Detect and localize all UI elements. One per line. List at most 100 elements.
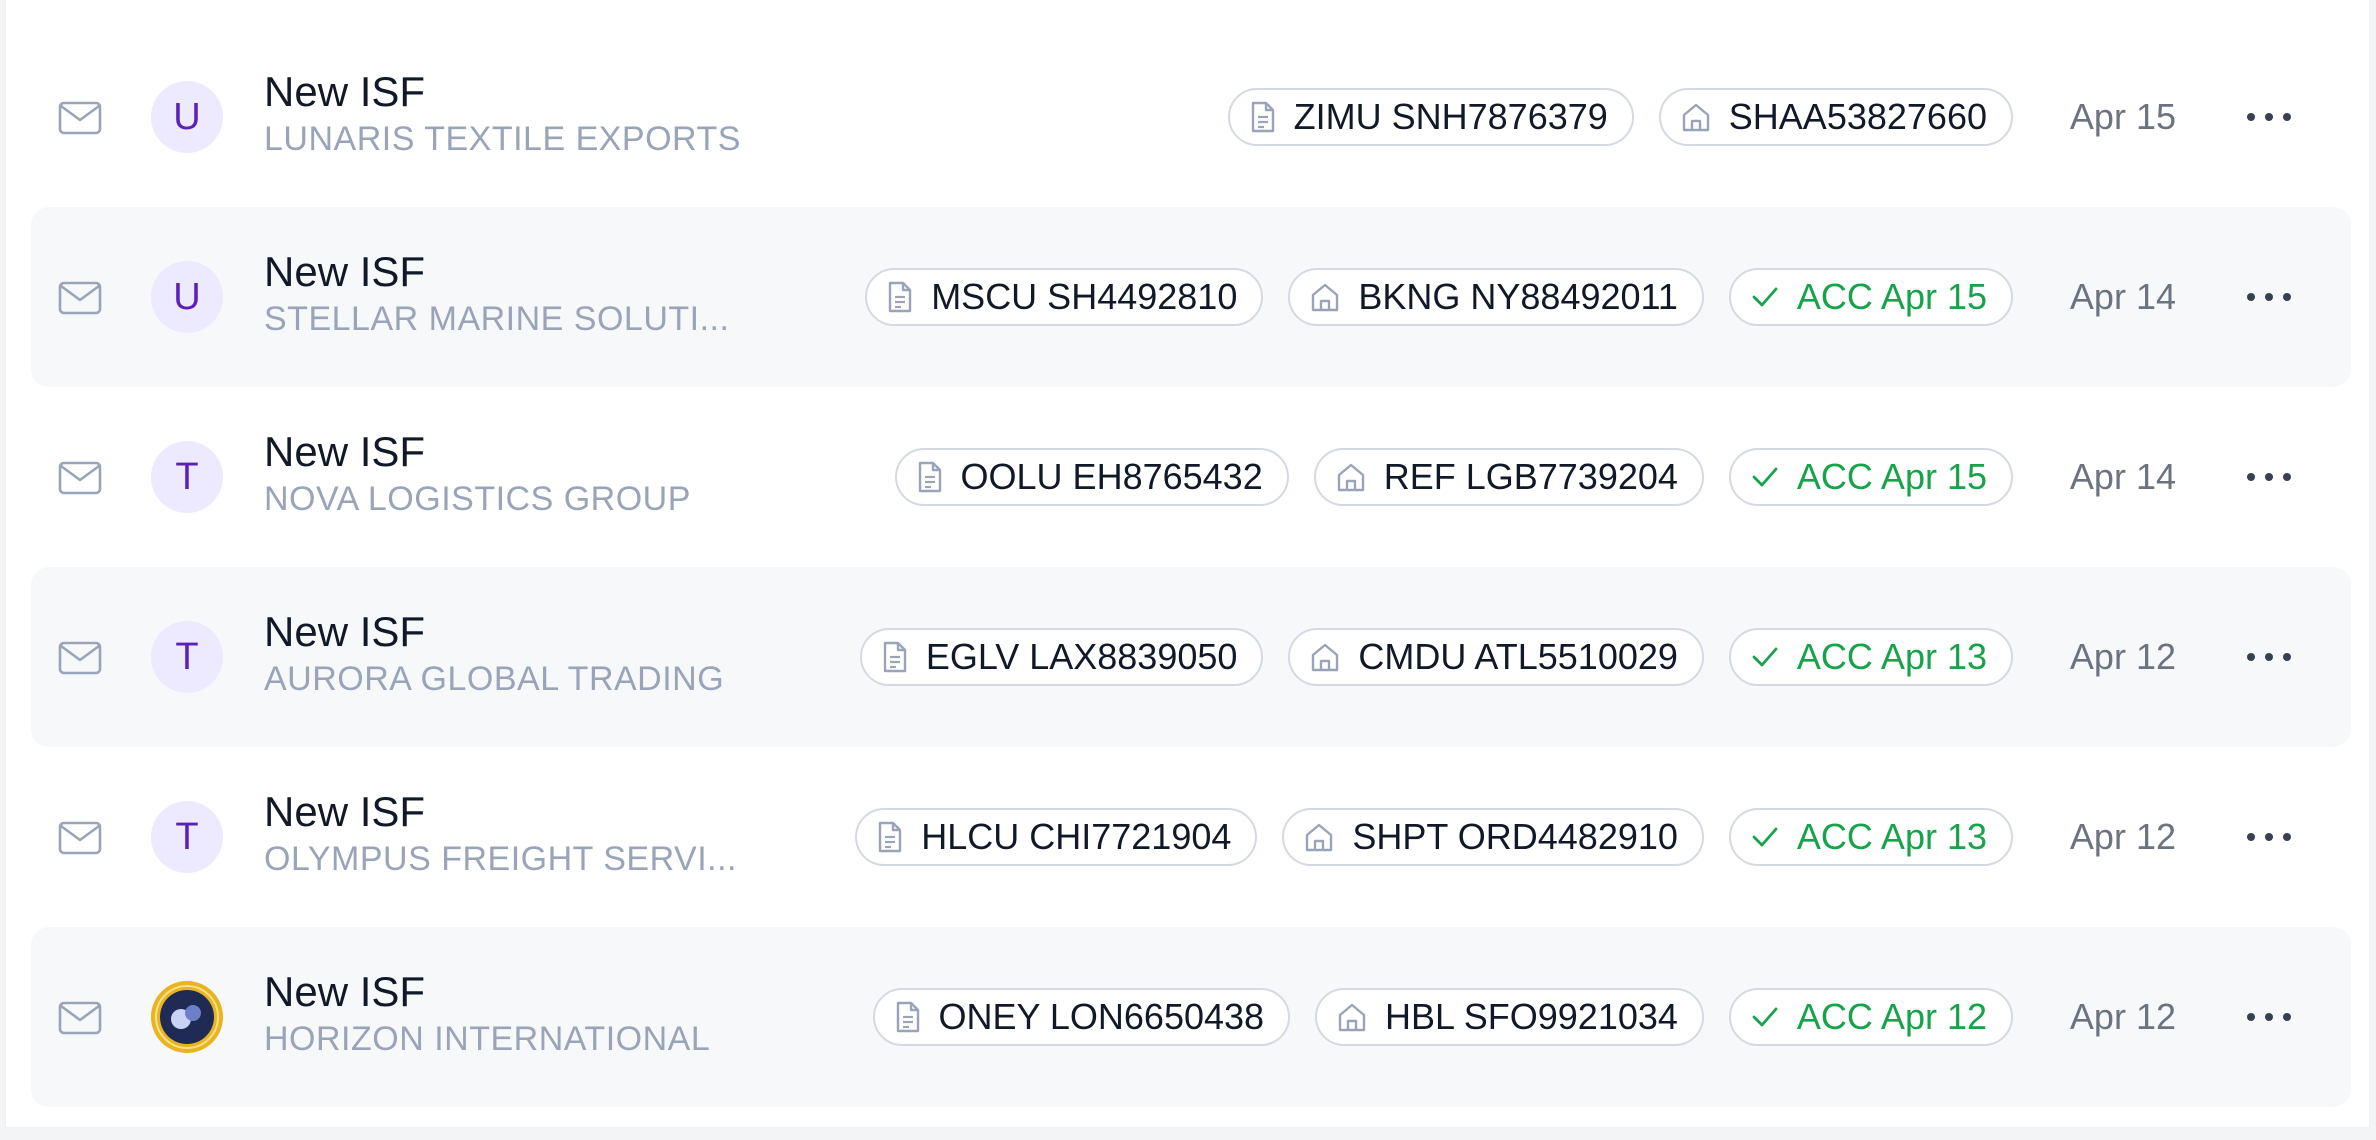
status-badge[interactable]: ACC Apr 13	[1728, 808, 2013, 866]
home-icon	[1306, 823, 1333, 852]
home-icon	[1337, 463, 1364, 492]
status-badge[interactable]: ACC Apr 13	[1728, 628, 2013, 686]
more-horizontal-icon	[2247, 1013, 2255, 1021]
item-tags: MSCU SH4492810 BKNG NY88492011 ACC Apr 1…	[865, 267, 2013, 327]
bill-number-label: ONEY LON6650438	[938, 996, 1265, 1037]
more-horizontal-icon	[2247, 653, 2255, 661]
bill-number-chip[interactable]: MSCU SH4492810	[865, 268, 1264, 326]
item-title: New ISF	[264, 608, 426, 655]
status-badge[interactable]: ACC Apr 15	[1728, 448, 2013, 506]
document-icon	[883, 641, 907, 673]
checkmark-icon	[1752, 467, 1778, 487]
company-logo	[151, 981, 223, 1053]
document-icon	[918, 461, 941, 493]
item-tags: ONEY LON6650438 HBL SFO9921034 ACC Apr 1…	[872, 987, 2013, 1047]
booking-number-label: HBL SFO9921034	[1385, 996, 1678, 1037]
bill-number-label: OOLU EH8765432	[960, 456, 1263, 497]
more-options-button[interactable]	[2247, 1009, 2291, 1025]
item-title: New ISF	[264, 428, 426, 475]
bill-number-chip[interactable]: ONEY LON6650438	[872, 988, 1291, 1046]
booking-number-label: CMDU ATL5510029	[1358, 636, 1678, 677]
avatar: U	[151, 81, 223, 153]
avatar: T	[151, 801, 223, 873]
more-options-button[interactable]	[2247, 829, 2291, 845]
mail-icon	[58, 641, 102, 675]
item-tags: OOLU EH8765432 REF LGB7739204 ACC Apr 15	[894, 447, 2013, 507]
booking-number-chip[interactable]: CMDU ATL5510029	[1288, 628, 1704, 686]
more-options-button[interactable]	[2247, 289, 2291, 305]
more-horizontal-icon	[2247, 293, 2255, 301]
item-title: New ISF	[264, 788, 426, 835]
item-text: New ISF LUNARIS TEXTILE EXPORTS	[264, 67, 764, 161]
more-horizontal-icon	[2247, 833, 2255, 841]
item-tags: ZIMU SNH7876379 SHAA53827660	[1227, 87, 2013, 147]
item-company: NOVA LOGISTICS GROUP	[264, 480, 691, 518]
bill-number-label: MSCU SH4492810	[931, 276, 1238, 317]
more-horizontal-icon	[2247, 113, 2255, 121]
notification-panel: U New ISF LUNARIS TEXTILE EXPORTS ZIMU S…	[5, 0, 2370, 1128]
item-date: Apr 14	[2069, 276, 2176, 317]
item-date: Apr 12	[2069, 996, 2176, 1037]
item-date: Apr 15	[2069, 96, 2176, 137]
bill-number-chip[interactable]: HLCU CHI7721904	[855, 808, 1258, 866]
bill-number-label: HLCU CHI7721904	[921, 816, 1232, 857]
document-icon	[896, 1001, 919, 1033]
status-badge[interactable]: ACC Apr 15	[1728, 268, 2013, 326]
checkmark-icon	[1752, 287, 1778, 307]
booking-number-chip[interactable]: REF LGB7739204	[1313, 448, 1704, 506]
list-item[interactable]: T New ISF AURORA GLOBAL TRADING EGLV LAX…	[31, 567, 2351, 747]
item-tags: HLCU CHI7721904 SHPT ORD4482910 ACC Apr …	[855, 807, 2013, 867]
booking-number-label: SHAA53827660	[1728, 96, 1987, 137]
list-item[interactable]: T New ISF OLYMPUS FREIGHT SERVI... HLCU …	[31, 747, 2351, 927]
booking-number-label: SHPT ORD4482910	[1352, 816, 1678, 857]
booking-number-label: BKNG NY88492011	[1358, 276, 1678, 317]
avatar: T	[151, 621, 223, 693]
item-company: HORIZON INTERNATIONAL	[264, 1020, 711, 1058]
status-badge[interactable]: ACC Apr 12	[1728, 988, 2013, 1046]
item-tags: EGLV LAX8839050 CMDU ATL5510029 ACC Apr …	[859, 627, 2013, 687]
item-company: LUNARIS TEXTILE EXPORTS	[264, 120, 741, 158]
more-options-button[interactable]	[2247, 649, 2291, 665]
list-item[interactable]: New ISF HORIZON INTERNATIONAL ONEY LON66…	[31, 927, 2351, 1107]
booking-number-chip[interactable]: SHAA53827660	[1658, 88, 2013, 146]
list-item[interactable]: T New ISF NOVA LOGISTICS GROUP OOLU EH87…	[31, 387, 2351, 567]
home-icon	[1312, 643, 1339, 672]
checkmark-icon	[1752, 1007, 1778, 1027]
status-label: ACC Apr 13	[1796, 636, 1987, 677]
bill-number-label: EGLV LAX8839050	[925, 636, 1238, 677]
home-icon	[1682, 103, 1709, 132]
mail-icon	[58, 1001, 102, 1035]
mail-icon	[58, 101, 102, 135]
bill-number-chip[interactable]: EGLV LAX8839050	[859, 628, 1264, 686]
more-horizontal-icon	[2247, 473, 2255, 481]
notification-list: U New ISF LUNARIS TEXTILE EXPORTS ZIMU S…	[31, 27, 2351, 1107]
item-company: OLYMPUS FREIGHT SERVI...	[264, 840, 737, 878]
list-item[interactable]: U New ISF STELLAR MARINE SOLUTI... MSCU …	[31, 207, 2351, 387]
more-options-button[interactable]	[2247, 469, 2291, 485]
item-company: AURORA GLOBAL TRADING	[264, 660, 725, 698]
status-label: ACC Apr 15	[1796, 456, 1987, 497]
bill-number-chip[interactable]: ZIMU SNH7876379	[1227, 88, 1634, 146]
bill-number-chip[interactable]: OOLU EH8765432	[894, 448, 1289, 506]
booking-number-chip[interactable]: BKNG NY88492011	[1288, 268, 1704, 326]
avatar: U	[151, 261, 223, 333]
item-title: New ISF	[264, 248, 426, 295]
item-date: Apr 12	[2069, 816, 2176, 857]
avatar: T	[151, 441, 223, 513]
item-text: New ISF NOVA LOGISTICS GROUP	[264, 427, 764, 521]
mail-icon	[58, 281, 102, 315]
booking-number-chip[interactable]: HBL SFO9921034	[1315, 988, 1704, 1046]
item-text: New ISF AURORA GLOBAL TRADING	[264, 607, 764, 701]
more-options-button[interactable]	[2247, 109, 2291, 125]
checkmark-icon	[1752, 647, 1778, 667]
document-icon	[1251, 101, 1274, 133]
item-date: Apr 14	[2069, 456, 2176, 497]
item-company: STELLAR MARINE SOLUTI...	[264, 300, 730, 338]
booking-number-chip[interactable]: SHPT ORD4482910	[1282, 808, 1704, 866]
status-label: ACC Apr 12	[1796, 996, 1987, 1037]
mail-icon	[58, 821, 102, 855]
bill-number-label: ZIMU SNH7876379	[1293, 96, 1608, 137]
status-label: ACC Apr 15	[1796, 276, 1987, 317]
item-text: New ISF HORIZON INTERNATIONAL	[264, 967, 764, 1061]
list-item[interactable]: U New ISF LUNARIS TEXTILE EXPORTS ZIMU S…	[31, 27, 2351, 207]
